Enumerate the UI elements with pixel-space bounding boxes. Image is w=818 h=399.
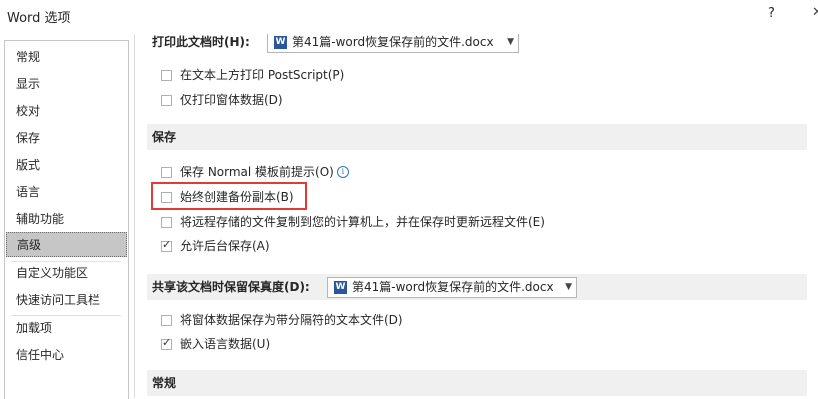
share-fidelity-label: 共享该文档时保留保真度(D): <box>152 280 310 294</box>
share-doc-dropdown[interactable]: W 第41篇-word恢复保存前的文件.docx ▼ <box>327 277 577 298</box>
nav-item-proofing[interactable]: 校对 <box>6 99 127 124</box>
help-button[interactable]: ? <box>768 6 775 21</box>
label-print-postscript: 在文本上方打印 PostScript(P) <box>180 68 345 82</box>
section-general: 常规 <box>147 370 807 396</box>
checkbox-save-form-data-text[interactable] <box>161 315 172 326</box>
share-doc-dropdown-value: 第41篇-word恢复保存前的文件.docx <box>352 280 554 294</box>
nav-item-addins[interactable]: 加载项 <box>6 316 127 341</box>
highlight-box <box>151 182 307 210</box>
print-doc-label: 打印此文档时(H): <box>152 35 250 49</box>
nav-item-advanced[interactable]: 高级 <box>6 232 127 257</box>
checkbox-print-postscript[interactable] <box>161 70 172 81</box>
label-prompt-normal: 保存 Normal 模板前提示(O) i <box>180 163 349 180</box>
nav-item-general[interactable]: 常规 <box>6 45 127 70</box>
info-icon: i <box>336 166 349 178</box>
chevron-down-icon: ▼ <box>507 37 514 47</box>
nav-item-quick-access-toolbar[interactable]: 快速访问工具栏 <box>6 288 127 313</box>
checkbox-print-form-data[interactable] <box>161 95 172 106</box>
section-save: 保存 <box>147 124 807 150</box>
title-bar: Word 选项 ? ✕ <box>0 0 818 34</box>
nav-item-customize-ribbon[interactable]: 自定义功能区 <box>6 261 127 286</box>
label-embed-language: 嵌入语言数据(U) <box>180 337 271 351</box>
label-save-form-data-text: 将窗体数据保存为带分隔符的文本文件(D) <box>180 313 403 327</box>
nav-item-layout[interactable]: 版式 <box>6 153 127 178</box>
checkbox-prompt-normal[interactable] <box>161 167 172 178</box>
word-doc-icon: W <box>274 36 287 49</box>
window-title: Word 选项 <box>7 11 71 26</box>
nav-item-save[interactable]: 保存 <box>6 126 127 151</box>
nav-item-trust-center[interactable]: 信任中心 <box>6 343 127 368</box>
chevron-down-icon: ▼ <box>565 282 572 292</box>
nav-item-display[interactable]: 显示 <box>6 72 127 97</box>
close-button[interactable]: ✕ <box>812 5 818 20</box>
nav-item-language[interactable]: 语言 <box>6 180 127 205</box>
checkbox-copy-remote[interactable] <box>161 217 172 228</box>
checkbox-background-save[interactable] <box>161 238 172 252</box>
options-nav: 常规 显示 校对 保存 版式 语言 辅助功能 高级 自定义功能区 快速访问工具栏… <box>4 40 129 399</box>
label-background-save: 允许后台保存(A) <box>180 239 270 253</box>
label-copy-remote: 将远程存储的文件复制到您的计算机上，并在保存时更新远程文件(E) <box>180 215 545 229</box>
options-content: 打印此文档时(H): W 第41篇-word恢复保存前的文件.docx ▼ 在文… <box>134 34 818 398</box>
checkbox-embed-language[interactable] <box>161 336 172 350</box>
label-prompt-normal-text: 保存 Normal 模板前提示(O) <box>180 165 334 179</box>
print-doc-dropdown-value: 第41篇-word恢复保存前的文件.docx <box>292 35 494 49</box>
print-doc-dropdown[interactable]: W 第41篇-word恢复保存前的文件.docx ▼ <box>267 34 519 53</box>
content-divider <box>134 34 135 398</box>
word-doc-icon: W <box>334 281 347 294</box>
nav-item-accessibility[interactable]: 辅助功能 <box>6 207 127 232</box>
label-print-form-data: 仅打印窗体数据(D) <box>180 93 283 107</box>
